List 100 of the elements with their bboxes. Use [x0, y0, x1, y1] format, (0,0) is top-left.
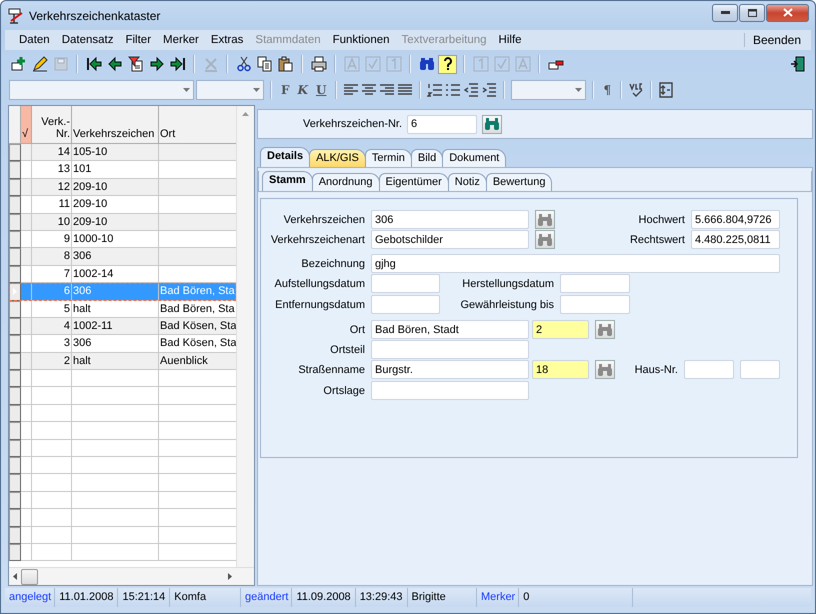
row-selector[interactable] — [9, 352, 21, 370]
menu-item[interactable]: Daten — [13, 34, 56, 46]
row-selector[interactable] — [9, 214, 21, 231]
paste-icon[interactable] — [278, 56, 294, 72]
table-cell: 105-10 — [72, 144, 159, 162]
first-record-icon[interactable] — [86, 56, 102, 72]
input-field[interactable]: 6 — [407, 114, 478, 134]
row-selector[interactable] — [9, 144, 21, 162]
spellcheck-icon[interactable] — [628, 82, 644, 98]
input-field[interactable]: 5.666.804,9726 — [691, 210, 780, 229]
row-selector[interactable] — [9, 266, 21, 284]
scroll-right-icon[interactable] — [228, 573, 232, 580]
tab[interactable]: Notiz — [448, 173, 487, 191]
row-selector[interactable] — [9, 509, 21, 527]
menu-item[interactable]: Filter — [119, 34, 158, 46]
row-selector[interactable] — [9, 196, 21, 214]
left-arrow-icon[interactable] — [106, 56, 122, 72]
row-selector[interactable] — [9, 544, 21, 562]
row-selector[interactable] — [9, 335, 21, 353]
tab[interactable]: Bewertung — [486, 173, 552, 191]
row-selector[interactable] — [9, 422, 21, 440]
scissors-icon[interactable] — [236, 56, 252, 72]
row-selector[interactable] — [9, 387, 21, 405]
row-selector[interactable] — [9, 178, 21, 196]
menu-item[interactable]: Datensatz — [56, 34, 120, 46]
scroll-thumb[interactable] — [21, 568, 38, 584]
input-field[interactable]: Gebotschilder — [371, 230, 529, 249]
row-selector[interactable] — [9, 230, 21, 248]
code-field[interactable]: 18 — [532, 360, 589, 379]
tab[interactable]: Eigentümer — [378, 173, 449, 191]
column-header[interactable]: √ — [21, 106, 32, 144]
minimize-button[interactable] — [712, 4, 738, 22]
column-header[interactable]: Verkehrszeichen — [72, 106, 159, 144]
input-field[interactable] — [371, 381, 529, 400]
row-selector[interactable] — [9, 370, 21, 388]
outdent-icon[interactable] — [463, 82, 480, 98]
input-field[interactable] — [684, 360, 734, 379]
numbered-list-icon[interactable] — [427, 82, 444, 98]
search-button[interactable] — [482, 114, 502, 134]
maximize-button[interactable] — [739, 4, 765, 22]
horizontal-scrollbar[interactable] — [9, 567, 254, 585]
column-header[interactable]: Verk.-Nr. — [32, 106, 72, 144]
add-record-icon[interactable] — [10, 56, 26, 72]
row-selector[interactable] — [9, 161, 21, 179]
close-button[interactable] — [766, 4, 809, 22]
input-field[interactable] — [740, 360, 780, 379]
menu-item[interactable]: Beenden — [744, 33, 805, 47]
table-cell — [21, 283, 32, 301]
row-selector[interactable] — [9, 283, 21, 301]
row-selector[interactable] — [9, 404, 21, 422]
pencil-icon[interactable] — [32, 56, 48, 72]
field-label: Verkehrszeichen — [282, 214, 365, 226]
tab[interactable]: ALK/GIS — [309, 149, 366, 167]
row-selector[interactable] — [9, 300, 21, 318]
tab[interactable]: Details — [260, 147, 310, 167]
input-field[interactable] — [371, 340, 529, 359]
search-icon[interactable] — [418, 56, 434, 72]
tab[interactable]: Termin — [364, 149, 412, 167]
format-button[interactable]: U — [312, 83, 330, 97]
indent-icon[interactable] — [481, 82, 498, 98]
menu-item[interactable]: Hilfe — [492, 34, 528, 46]
input-field[interactable] — [371, 274, 440, 293]
paragraph-button[interactable]: ¶ — [600, 83, 614, 97]
last-record-icon[interactable] — [170, 56, 186, 72]
right-arrow-icon[interactable] — [148, 56, 164, 72]
row-selector[interactable] — [9, 457, 21, 474]
format-button[interactable]: F — [278, 83, 293, 97]
input-field[interactable]: 306 — [371, 210, 529, 229]
menu-item[interactable]: Extras — [204, 34, 250, 46]
column-header[interactable]: Ort — [159, 106, 236, 144]
format-button[interactable]: K — [294, 83, 311, 97]
input-field[interactable]: Bad Bören, Stadt — [371, 320, 529, 339]
copy-icon[interactable] — [256, 56, 272, 72]
scroll-up-icon[interactable] — [242, 112, 249, 116]
input-field[interactable]: 4.480.225,0811 — [691, 230, 780, 249]
input-field[interactable] — [560, 295, 630, 314]
row-selector[interactable] — [9, 474, 21, 492]
menu-item[interactable]: Funktionen — [326, 34, 396, 46]
row-selector[interactable] — [9, 440, 21, 458]
tab[interactable]: Bild — [410, 149, 444, 167]
vertical-scrollbar[interactable] — [236, 106, 254, 567]
tab[interactable]: Stamm — [262, 171, 313, 191]
input-field[interactable]: gjhg — [371, 254, 780, 273]
input-field[interactable] — [371, 295, 440, 314]
code-field[interactable]: 2 — [532, 320, 589, 339]
tab[interactable]: Anordnung — [312, 173, 380, 191]
exit-door-icon[interactable] — [790, 56, 806, 72]
input-field[interactable] — [560, 274, 630, 293]
row-selector[interactable] — [9, 248, 21, 266]
row-selector[interactable] — [9, 492, 21, 510]
row-selector[interactable] — [9, 526, 21, 544]
tab[interactable]: Dokument — [442, 149, 506, 167]
filter-icon[interactable] — [128, 56, 144, 72]
printer-icon[interactable] — [310, 56, 326, 72]
menu-item[interactable]: Merker — [157, 34, 205, 46]
row-selector[interactable] — [9, 318, 21, 336]
scroll-left-icon[interactable] — [13, 573, 17, 580]
frame-icon[interactable] — [658, 82, 674, 98]
bullet-list-icon[interactable] — [445, 82, 462, 98]
input-field[interactable]: Burgstr. — [371, 360, 529, 379]
